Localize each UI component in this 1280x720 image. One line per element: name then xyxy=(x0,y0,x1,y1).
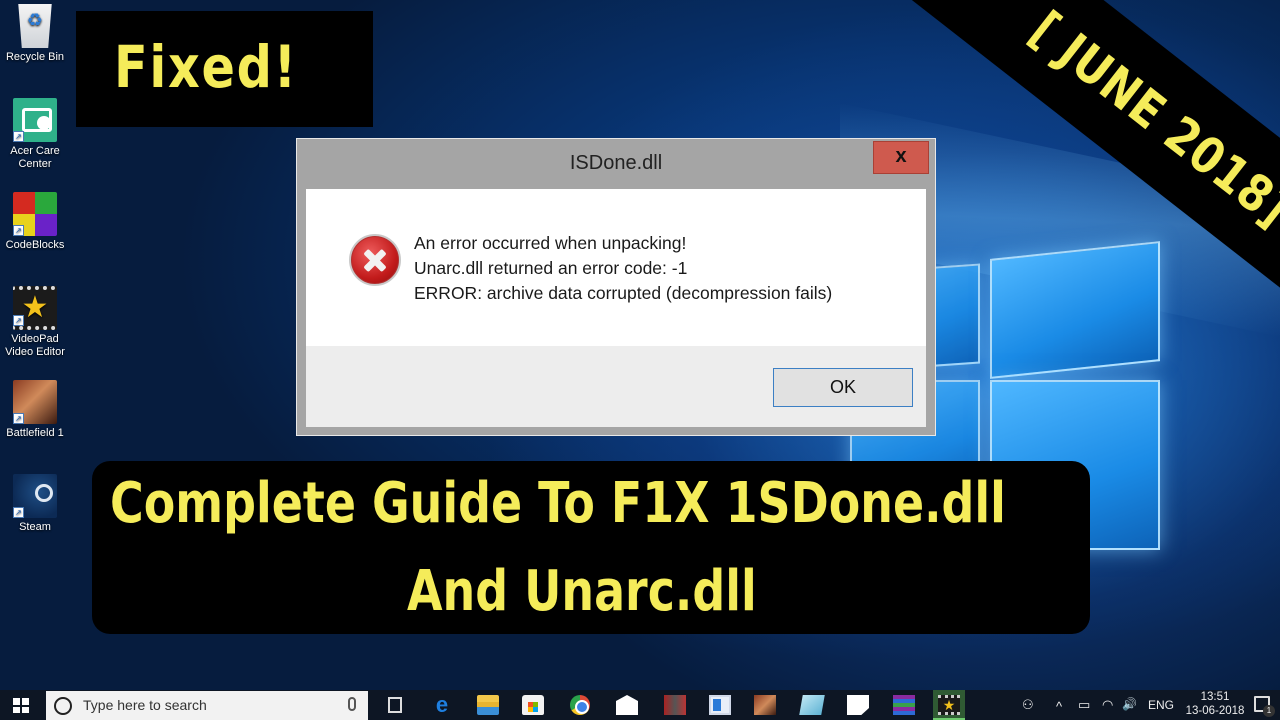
shortcut-arrow-icon: ↗ xyxy=(13,315,24,326)
error-dialog: ISDone.dll x An error occurred when unpa… xyxy=(296,138,936,436)
windows-logo-icon xyxy=(13,706,20,713)
dialog-message: An error occurred when unpacking! Unarc.… xyxy=(414,231,832,306)
shortcut-arrow-icon: ↗ xyxy=(13,131,24,142)
desktop-icon-recycle-bin[interactable]: Recycle Bin xyxy=(0,4,70,64)
message-line: An error occurred when unpacking! xyxy=(414,233,687,253)
title-banner: Complete Guide To F1X 1SDone.dll And Una… xyxy=(92,461,1090,634)
taskbar: Type here to search e ★ ⚇ ^ ▭ ◠ 🔊 ENG 13… xyxy=(0,690,1280,720)
acer-care-center-icon: ↗ xyxy=(13,98,57,142)
desktop-icon-videopad[interactable]: ↗ VideoPad Video Editor xyxy=(0,286,70,359)
desktop-icon-steam[interactable]: ↗ Steam xyxy=(0,474,70,534)
store-icon[interactable] xyxy=(522,695,544,715)
dialog-body: An error occurred when unpacking! Unarc.… xyxy=(306,189,926,346)
shortcut-arrow-icon: ↗ xyxy=(13,507,24,518)
clock-time: 13:51 xyxy=(1200,691,1230,703)
desktop-icon-label: Acer Care Center xyxy=(10,145,60,170)
desktop-icon-label: VideoPad Video Editor xyxy=(5,333,65,358)
error-icon xyxy=(349,234,401,286)
banner-line-1: Complete Guide To F1X 1SDone.dll xyxy=(110,471,1006,536)
people-icon[interactable]: ⚇ xyxy=(1022,697,1034,713)
notification-badge: 1 xyxy=(1263,705,1275,717)
edge-icon[interactable]: e xyxy=(431,694,453,716)
search-placeholder: Type here to search xyxy=(83,697,207,713)
desktop-icon-acer-care-center[interactable]: ↗ Acer Care Center xyxy=(0,98,70,171)
desktop-icon-label: Steam xyxy=(19,521,51,533)
chevron-up-icon[interactable]: ^ xyxy=(1056,699,1062,714)
mail-icon[interactable] xyxy=(616,695,638,715)
windows-logo-icon xyxy=(22,698,29,705)
message-line: ERROR: archive data corrupted (decompres… xyxy=(414,283,833,303)
dialog-footer: OK xyxy=(306,346,926,427)
shortcut-arrow-icon: ↗ xyxy=(13,413,24,424)
videopad-icon: ↗ xyxy=(13,286,57,330)
windows-logo-icon xyxy=(22,706,29,713)
battlefield-taskbar-icon[interactable] xyxy=(754,695,776,715)
language-indicator[interactable]: ENG xyxy=(1148,698,1174,712)
ok-button[interactable]: OK xyxy=(773,368,913,407)
desktop-icon-label: Battlefield 1 xyxy=(6,427,64,439)
steam-icon: ↗ xyxy=(13,474,57,518)
codeblocks-icon: ↗ xyxy=(13,192,57,236)
media-app-icon[interactable] xyxy=(664,695,686,715)
cortana-icon xyxy=(54,697,72,715)
winrar-icon[interactable] xyxy=(893,695,915,715)
search-box[interactable]: Type here to search xyxy=(46,691,368,720)
microphone-icon[interactable] xyxy=(348,697,356,711)
notepad-icon[interactable] xyxy=(799,695,825,715)
chrome-icon[interactable] xyxy=(570,695,590,715)
sticky-notes-icon[interactable] xyxy=(847,695,869,715)
dialog-title: ISDone.dll xyxy=(569,152,663,174)
action-center-icon[interactable]: 1 xyxy=(1254,696,1275,717)
desktop-icon-codeblocks[interactable]: ↗ CodeBlocks xyxy=(0,192,70,252)
banner-line-2: And Unarc.dll xyxy=(407,559,757,624)
volume-icon[interactable]: 🔊 xyxy=(1122,697,1137,711)
start-button[interactable] xyxy=(13,698,29,713)
close-button[interactable]: x xyxy=(873,141,929,174)
desktop-icon-battlefield-1[interactable]: ↗ Battlefield 1 xyxy=(0,380,70,440)
fixed-label: Fixed! xyxy=(114,33,298,101)
recycle-bin-icon xyxy=(18,4,52,48)
battery-icon[interactable]: ▭ xyxy=(1078,697,1090,713)
window-app-icon[interactable] xyxy=(709,695,731,715)
logo-pane xyxy=(990,241,1160,379)
file-explorer-icon[interactable] xyxy=(477,695,499,715)
clock[interactable]: 13:51 13-06-2018 xyxy=(1180,690,1250,718)
clock-date: 13-06-2018 xyxy=(1185,705,1245,717)
desktop-icon-label: Recycle Bin xyxy=(5,51,65,63)
windows-logo-icon xyxy=(13,698,20,705)
videopad-taskbar-icon[interactable]: ★ xyxy=(938,695,960,715)
shortcut-arrow-icon: ↗ xyxy=(13,225,24,236)
fixed-label-box: Fixed! xyxy=(76,11,373,127)
task-view-icon[interactable] xyxy=(388,697,402,713)
wifi-icon[interactable]: ◠ xyxy=(1102,697,1113,713)
desktop-icon-label: CodeBlocks xyxy=(5,239,65,251)
message-line: Unarc.dll returned an error code: -1 xyxy=(414,258,688,278)
battlefield-icon: ↗ xyxy=(13,380,57,424)
